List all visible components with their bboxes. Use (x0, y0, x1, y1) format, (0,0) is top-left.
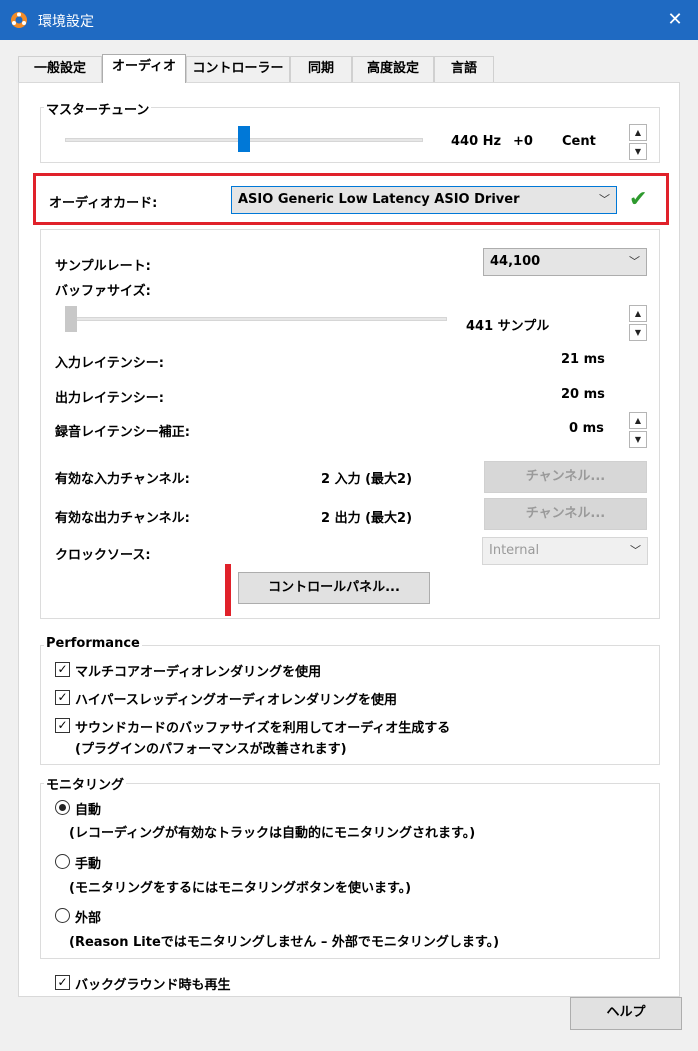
spin-up-icon[interactable]: ▲ (629, 412, 647, 429)
sample-rate-label: サンプルレート: (55, 259, 151, 274)
clock-source-label: クロックソース: (55, 548, 151, 563)
input-channels-label: 有効な入力チャンネル: (55, 472, 190, 487)
tab-controllers[interactable]: コントローラー (186, 56, 290, 82)
rec-latency-label: 録音レイテンシー補正: (55, 425, 190, 440)
output-channels-button[interactable]: チャンネル... (484, 498, 647, 530)
chevron-down-icon: ﹀ (630, 544, 641, 557)
performance-note: (プラグインのパフォーマンスが改善されます) (75, 742, 347, 757)
master-tune-unit: Cent (562, 134, 596, 149)
monitoring-external-desc: (Reason Liteではモニタリングしません – 外部でモニタリングします。… (69, 935, 500, 950)
buffer-spinner[interactable]: ▲ ▼ (629, 305, 647, 341)
window-title: 環境設定 (38, 14, 94, 30)
monitoring-auto-desc: (レコーディングが有効なトラックは自動的にモニタリングされます。) (69, 826, 476, 841)
checkbox-checked-icon: ✓ (55, 662, 70, 677)
input-latency-value: 21 ms (561, 352, 605, 367)
checkbox-checked-icon: ✓ (55, 690, 70, 705)
buffer-slider-thumb[interactable] (65, 306, 77, 332)
radio-unselected-icon (55, 854, 70, 869)
rec-latency-spinner[interactable]: ▲ ▼ (629, 412, 647, 448)
chevron-down-icon: ﹀ (629, 255, 640, 268)
master-tune-offset: +0 (513, 134, 533, 149)
spin-down-icon[interactable]: ▼ (629, 143, 647, 160)
output-channels-label: 有効な出力チャンネル: (55, 511, 190, 526)
output-latency-label: 出力レイテンシー: (55, 391, 164, 406)
buffer-size-value: 441 サンプル (466, 319, 550, 334)
master-tune-label: マスターチューン (44, 99, 152, 118)
input-channels-button[interactable]: チャンネル... (484, 461, 647, 493)
spin-down-icon[interactable]: ▼ (629, 431, 647, 448)
tab-audio[interactable]: オーディオ (102, 54, 186, 83)
master-tune-slider-thumb[interactable] (238, 126, 250, 152)
input-channels-value: 2 入力 (最大2) (321, 472, 413, 487)
rec-latency-value: 0 ms (569, 421, 604, 436)
tab-advanced[interactable]: 高度設定 (352, 56, 434, 82)
checkbox-checked-icon: ✓ (55, 718, 70, 733)
output-channels-value: 2 出力 (最大2) (321, 511, 413, 526)
radio-unselected-icon (55, 908, 70, 923)
buffer-slider-track[interactable] (65, 317, 447, 321)
title-bar: 環境設定 ✕ (0, 0, 698, 40)
spin-up-icon[interactable]: ▲ (629, 305, 647, 322)
monitoring-manual-desc: (モニタリングをするにはモニタリングボタンを使います。) (69, 881, 412, 896)
tab-sync[interactable]: 同期 (290, 56, 352, 82)
tab-language[interactable]: 言語 (434, 56, 494, 82)
input-latency-label: 入力レイテンシー: (55, 356, 164, 371)
master-tune-spinner[interactable]: ▲ ▼ (629, 124, 647, 160)
master-tune-hz: 440 Hz (451, 134, 502, 149)
audio-card-dropdown[interactable]: ASIO Generic Low Latency ASIO Driver ﹀ (231, 186, 617, 214)
audio-card-value: ASIO Generic Low Latency ASIO Driver (238, 192, 520, 207)
performance-label: Performance (44, 636, 142, 651)
check-ok-icon: ✔ (629, 187, 648, 212)
sample-rate-dropdown[interactable]: 44,100 ﹀ (483, 248, 647, 276)
tab-general[interactable]: 一般設定 (18, 56, 102, 82)
close-icon[interactable]: ✕ (652, 0, 698, 40)
audio-card-label: オーディオカード: (49, 196, 158, 211)
control-panel-button[interactable]: コントロールパネル... (238, 572, 430, 604)
sample-rate-value: 44,100 (490, 254, 541, 269)
spin-up-icon[interactable]: ▲ (629, 124, 647, 141)
output-latency-value: 20 ms (561, 387, 605, 402)
radio-selected-icon (55, 800, 70, 815)
spin-down-icon[interactable]: ▼ (629, 324, 647, 341)
clock-source-dropdown[interactable]: Internal ﹀ (482, 537, 648, 565)
buffer-size-label: バッファサイズ: (55, 284, 151, 299)
app-logo-icon (11, 12, 27, 28)
audio-settings-panel: マスターチューン 440 Hz +0 Cent ▲ ▼ オーディオカード: AS… (18, 82, 680, 997)
clock-source-value: Internal (489, 543, 540, 558)
help-button[interactable]: ヘルプ (570, 997, 682, 1030)
chevron-down-icon: ﹀ (599, 193, 610, 206)
checkbox-checked-icon: ✓ (55, 975, 70, 990)
monitoring-label: モニタリング (44, 774, 127, 793)
